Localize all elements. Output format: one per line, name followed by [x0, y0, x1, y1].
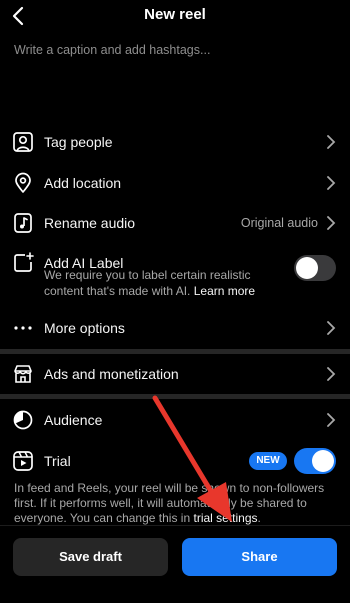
- save-draft-button[interactable]: Save draft: [13, 538, 168, 576]
- caption-input[interactable]: Write a caption and add hashtags...: [14, 43, 210, 57]
- trial-icon: [13, 451, 33, 471]
- tag-people-icon: [13, 132, 33, 152]
- chevron-right-icon: [327, 367, 336, 381]
- share-button[interactable]: Share: [182, 538, 337, 576]
- chevron-right-icon: [327, 176, 336, 190]
- toggle-knob: [312, 450, 334, 472]
- chevron-right-icon: [327, 135, 336, 149]
- more-options-label: More options: [44, 320, 125, 336]
- ai-label-description: We require you to label certain realisti…: [44, 267, 284, 299]
- tag-people-row[interactable]: Tag people: [0, 127, 350, 157]
- trial-toggle[interactable]: [294, 448, 336, 474]
- rename-audio-row[interactable]: Rename audio Original audio: [0, 208, 350, 238]
- page-title: New reel: [144, 6, 206, 23]
- toggle-knob: [296, 257, 318, 279]
- header: New reel: [0, 0, 350, 32]
- ai-label-icon: [14, 252, 34, 272]
- trial-description-end: .: [257, 511, 261, 525]
- trial-label: Trial: [44, 453, 71, 469]
- section-divider: [0, 349, 350, 354]
- learn-more-link[interactable]: Learn more: [194, 284, 255, 298]
- section-divider: [0, 394, 350, 399]
- trial-description: In feed and Reels, your reel will be sho…: [14, 481, 339, 526]
- rename-audio-label: Rename audio: [44, 215, 136, 231]
- audience-row[interactable]: Audience: [0, 405, 350, 435]
- more-options-row[interactable]: More options: [0, 313, 350, 343]
- new-badge: NEW: [249, 452, 287, 470]
- ai-label-toggle[interactable]: [294, 255, 336, 281]
- chevron-right-icon: [327, 413, 336, 427]
- tag-people-label: Tag people: [44, 134, 113, 150]
- chevron-right-icon: [327, 216, 336, 230]
- bottom-separator: [0, 525, 350, 526]
- location-pin-icon: [15, 172, 31, 193]
- storefront-icon: [14, 365, 32, 383]
- rename-audio-icon: [14, 213, 32, 233]
- trial-description-text: In feed and Reels, your reel will be sho…: [14, 481, 325, 525]
- audience-icon: [13, 410, 33, 430]
- audio-name-value: Original audio: [240, 216, 318, 230]
- add-location-row[interactable]: Add location: [0, 168, 350, 198]
- more-dots-icon: [14, 326, 32, 330]
- ads-monetization-label: Ads and monetization: [44, 366, 179, 382]
- audience-label: Audience: [44, 412, 103, 428]
- ads-monetization-row[interactable]: Ads and monetization: [0, 359, 350, 389]
- chevron-right-icon: [327, 321, 336, 335]
- add-location-label: Add location: [44, 175, 122, 191]
- trial-settings-link[interactable]: trial settings: [193, 511, 257, 525]
